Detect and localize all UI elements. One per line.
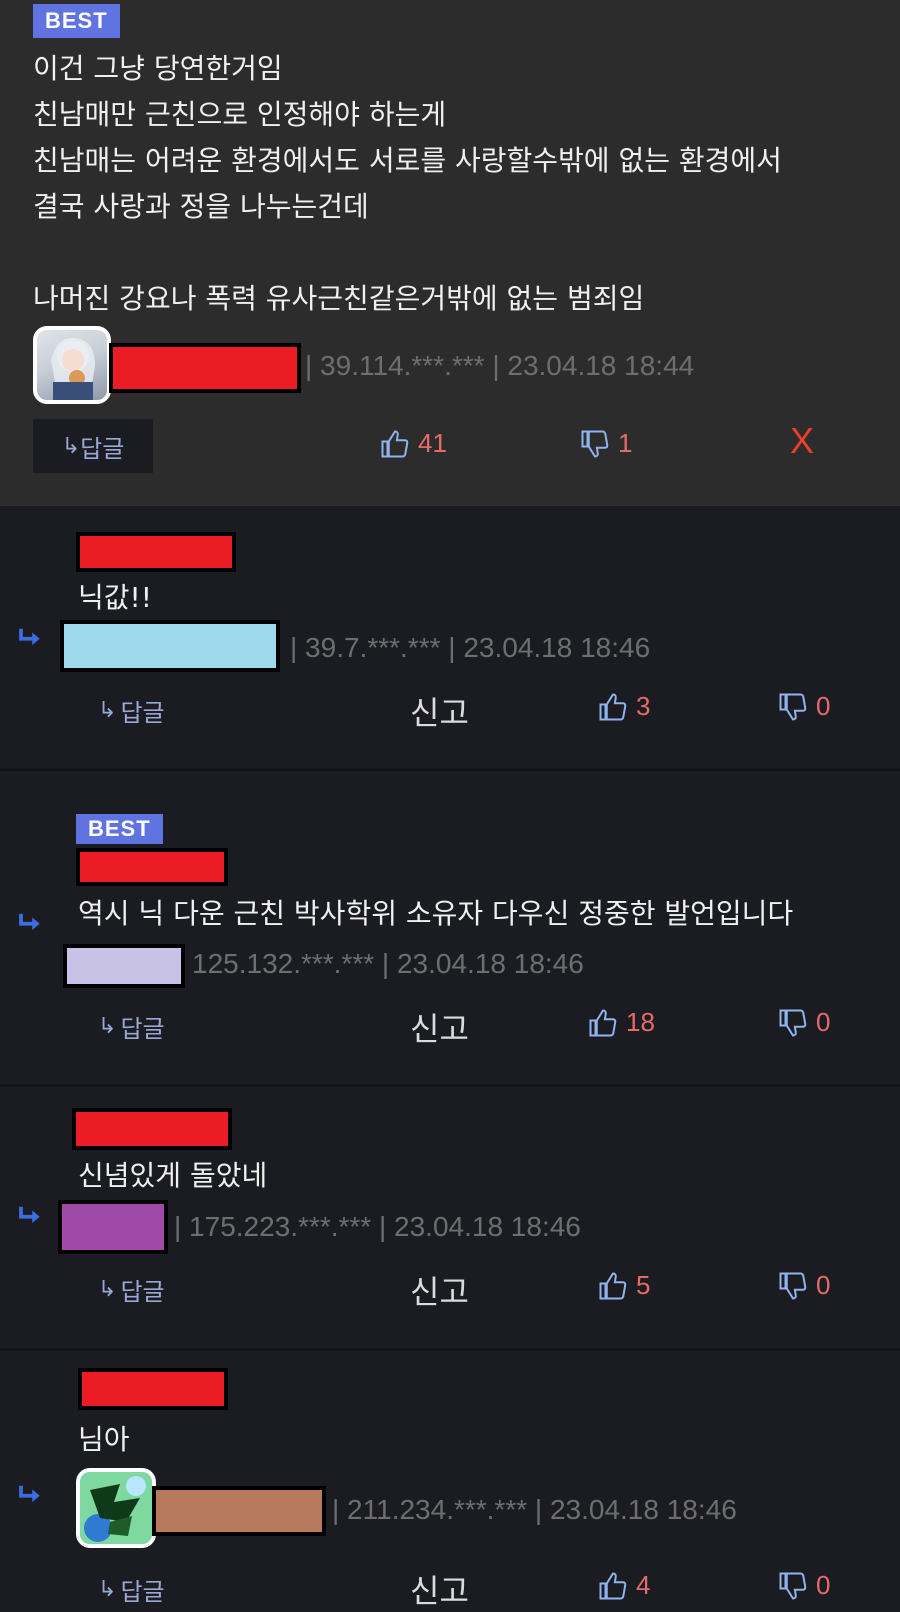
reply-arrow-icon: ↳ [61, 433, 81, 459]
report-button[interactable]: 신고 [410, 1566, 469, 1612]
reply-button[interactable]: ↳ 답글 [33, 419, 153, 473]
like-count: 5 [636, 1270, 651, 1300]
thumbs-down-icon [779, 1272, 807, 1300]
dislike-count: 0 [816, 691, 831, 721]
redacted-username [63, 944, 185, 988]
redacted-username [60, 620, 280, 672]
dislike-button[interactable]: 0 [778, 1270, 830, 1301]
comment-body: 이건 그냥 당연한거임 친남매만 근친으로 인정해야 하는게 친남매는 어려운 … [33, 52, 782, 315]
redacted-username [78, 1368, 228, 1410]
dislike-button[interactable]: 0 [778, 1570, 830, 1601]
like-button[interactable]: 41 [380, 428, 447, 459]
reply-button[interactable]: ↳ 답글 [98, 1572, 165, 1607]
reply-arrow-icon: ↳ [98, 1577, 117, 1602]
report-button[interactable]: 신고 [410, 688, 469, 734]
comment-meta: | 39.114.***.*** | 23.04.18 18:44 [305, 350, 695, 381]
comment-body: 신념있게 돌았네 [78, 1159, 268, 1192]
like-count: 3 [636, 691, 651, 721]
reply-button[interactable]: ↳ 답글 [98, 1009, 165, 1044]
report-button[interactable]: 신고 [410, 1004, 469, 1050]
like-button[interactable]: 3 [598, 691, 650, 722]
thumbs-down-icon [779, 1009, 807, 1037]
comment-meta: | 39.7.***.*** | 23.04.18 18:46 [290, 632, 651, 663]
comment-meta: 125.132.***.*** | 23.04.18 18:46 [192, 948, 584, 979]
best-comment: BEST 이건 그냥 당연한거임 친남매만 근친으로 인정해야 하는게 친남매는… [0, 0, 900, 506]
reply-arrow-icon [19, 628, 40, 645]
like-button[interactable]: 4 [598, 1570, 650, 1601]
dislike-button[interactable]: 0 [778, 691, 830, 722]
divider [0, 768, 900, 771]
thumbs-up-icon [589, 1008, 617, 1036]
avatar[interactable] [76, 1468, 156, 1548]
dislike-count: 0 [816, 1570, 831, 1600]
comment-body: 님아 [78, 1423, 130, 1456]
reply-button[interactable]: ↳ 답글 [98, 693, 165, 728]
dislike-button[interactable]: 1 [580, 428, 632, 459]
like-count: 18 [626, 1007, 655, 1037]
dislike-button[interactable]: 0 [778, 1007, 830, 1038]
reply-label: 답글 [120, 1015, 165, 1043]
reply-arrow-icon: ↳ [98, 1014, 117, 1039]
reply-arrow-icon [19, 913, 40, 930]
thumbs-up-icon [599, 1271, 627, 1299]
divider [0, 1348, 900, 1351]
thumbs-up-icon [381, 429, 409, 457]
comment-meta: | 175.223.***.*** | 23.04.18 18:46 [174, 1211, 581, 1242]
avatar-image-icon [80, 1472, 152, 1544]
reply-label: 답글 [120, 1278, 165, 1306]
reply-arrow-icon: ↳ [98, 1277, 117, 1302]
reply-label: 답글 [80, 434, 125, 463]
thumbs-down-icon [581, 430, 609, 458]
reply-arrow-icon [19, 1485, 40, 1502]
close-button[interactable]: X [790, 420, 814, 462]
best-badge: BEST [33, 4, 120, 38]
comment-body: 역시 닉 다운 근친 박사학위 소유자 다우신 정중한 발언입니다 [78, 897, 794, 930]
thumbs-down-icon [779, 1572, 807, 1600]
like-button[interactable]: 18 [588, 1007, 655, 1038]
thumbs-down-icon [779, 693, 807, 721]
like-count: 4 [636, 1570, 651, 1600]
reply-arrow-icon [19, 1206, 40, 1223]
redacted-username [109, 343, 301, 393]
reply-label: 답글 [120, 699, 165, 727]
thumbs-up-icon [599, 1571, 627, 1599]
avatar-image-icon [51, 337, 95, 400]
redacted-username [76, 532, 236, 572]
report-button[interactable]: 신고 [410, 1267, 469, 1313]
avatar[interactable] [33, 326, 111, 404]
redacted-username [58, 1200, 168, 1254]
dislike-count: 0 [816, 1007, 831, 1037]
comment-body: 닉값!! [78, 581, 152, 614]
best-badge: BEST [76, 814, 163, 844]
redacted-username [72, 1108, 232, 1150]
dislike-count: 0 [816, 1270, 831, 1300]
redacted-username [76, 848, 228, 886]
like-count: 41 [418, 428, 447, 458]
divider [0, 1084, 900, 1087]
comment-meta: | 211.234.***.*** | 23.04.18 18:46 [332, 1494, 737, 1525]
dislike-count: 1 [618, 428, 633, 458]
redacted-username [152, 1486, 326, 1536]
reply-arrow-icon: ↳ [98, 698, 117, 723]
thumbs-up-icon [599, 692, 627, 720]
reply-label: 답글 [120, 1578, 165, 1606]
like-button[interactable]: 5 [598, 1270, 650, 1301]
reply-button[interactable]: ↳ 답글 [98, 1272, 165, 1307]
